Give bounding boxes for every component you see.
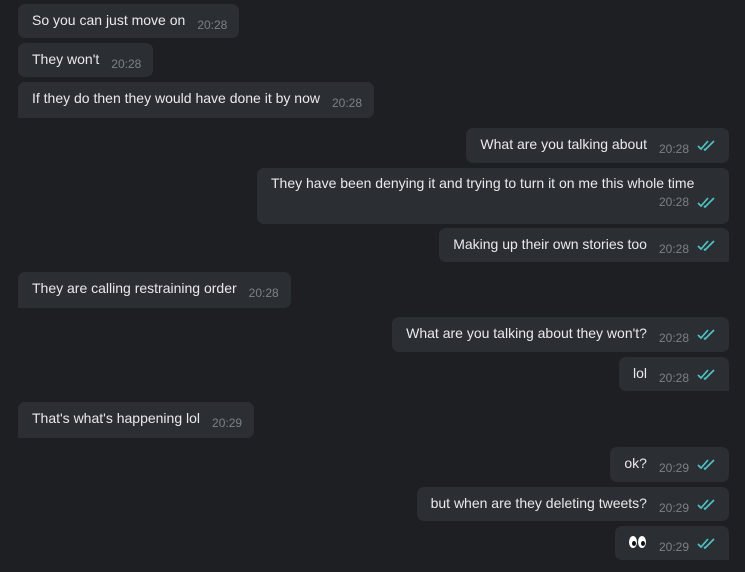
message-text: but when are they deleting tweets? <box>430 495 647 511</box>
message-outgoing[interactable]: ok? 20:29 <box>610 447 729 482</box>
message-text: They have been denying it and trying to … <box>271 175 695 191</box>
message-time: 20:28 <box>658 371 689 385</box>
message-incoming[interactable]: They won't 20:28 <box>18 43 154 77</box>
eyes-emoji-icon <box>628 535 647 549</box>
message-text: They won't <box>32 51 100 67</box>
double-check-icon <box>697 197 715 208</box>
double-check-icon <box>697 240 715 251</box>
message-time: 20:28 <box>331 96 363 110</box>
message-time: 20:28 <box>658 142 689 156</box>
message-time: 20:28 <box>248 286 279 300</box>
message-time: 20:29 <box>212 416 243 430</box>
message-text: ok? <box>624 455 647 471</box>
message-time: 20:28 <box>658 331 689 345</box>
double-check-icon <box>697 499 715 510</box>
message-incoming[interactable]: If they do then they would have done it … <box>18 82 375 118</box>
message-time: 20:28 <box>658 195 689 209</box>
message-time: 20:29 <box>658 501 689 515</box>
double-check-icon <box>697 459 715 470</box>
chat-message-list[interactable]: So you can just move on 20:28 They won't 2… <box>0 0 745 572</box>
message-outgoing[interactable]: Making up their own stories too 20:28 <box>439 228 729 262</box>
message-text: What are you talking about <box>480 136 647 152</box>
message-outgoing[interactable]: They have been denying it and trying to … <box>257 168 729 224</box>
message-outgoing[interactable]: 20:29 <box>614 526 729 560</box>
double-check-icon <box>697 140 715 151</box>
message-time: 20:28 <box>658 242 689 256</box>
message-text: So you can just move on <box>32 12 186 28</box>
message-outgoing[interactable]: What are you talking about they won't? 20… <box>392 317 729 352</box>
message-outgoing[interactable]: but when are they deleting tweets? 20:29 <box>416 487 729 521</box>
message-time: 20:28 <box>197 18 228 32</box>
message-time: 20:29 <box>658 540 689 554</box>
message-time: 20:29 <box>658 461 689 475</box>
message-time: 20:28 <box>111 57 142 71</box>
message-incoming[interactable]: So you can just move on 20:28 <box>18 4 240 38</box>
message-text: Making up their own stories too <box>453 236 647 252</box>
message-text: lol <box>632 365 647 381</box>
message-text: What are you talking about they won't? <box>406 325 647 341</box>
message-text: If they do then they would have done it … <box>32 90 320 106</box>
message-outgoing[interactable]: What are you talking about 20:28 <box>466 128 729 163</box>
double-check-icon <box>697 369 715 380</box>
double-check-icon <box>697 329 715 340</box>
message-incoming[interactable]: They are calling restraining order 20:28 <box>18 272 291 308</box>
message-incoming[interactable]: That's what's happening lol 20:29 <box>18 402 255 438</box>
message-text: They are calling restraining order <box>32 280 237 296</box>
double-check-icon <box>697 538 715 549</box>
message-text: That's what's happening lol <box>32 410 201 426</box>
message-outgoing[interactable]: lol 20:28 <box>618 357 729 391</box>
